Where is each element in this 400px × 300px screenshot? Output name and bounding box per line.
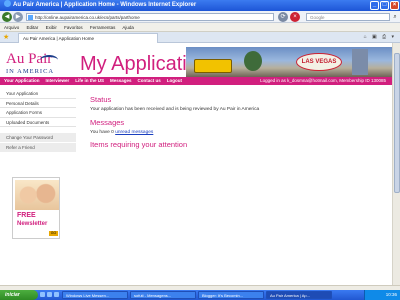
window-controls: _ □ × bbox=[370, 1, 399, 10]
nav-life-in-us[interactable]: Life in the US bbox=[75, 77, 104, 85]
menu-ajuda[interactable]: Ajuda bbox=[122, 25, 134, 30]
system-tray: 10:36 bbox=[364, 290, 400, 300]
close-button[interactable]: × bbox=[390, 1, 399, 10]
taskbar-button-mensagens[interactable]: sofuti - Mensagens... bbox=[130, 291, 196, 299]
search-input[interactable]: Google bbox=[306, 13, 390, 21]
quick-launch-icon[interactable] bbox=[47, 292, 52, 297]
taskbar: iniciar Windows Live Messen... sofuti - … bbox=[0, 290, 400, 300]
main-nav: Your Application Interviewer Life in the… bbox=[0, 77, 392, 85]
window-titlebar: Au Pair America | Application Home - Win… bbox=[0, 0, 400, 11]
window-title: Au Pair America | Application Home - Win… bbox=[13, 2, 197, 8]
taskbar-button-aupair[interactable]: Au Pair America | Ap... bbox=[266, 291, 332, 299]
nav-contact-us[interactable]: Contact us bbox=[138, 77, 161, 85]
vertical-scrollbar[interactable] bbox=[392, 43, 400, 285]
newsletter-ad[interactable]: FREE Newsletter GO bbox=[12, 177, 60, 239]
menu-editar[interactable]: Editar bbox=[27, 25, 39, 30]
ad-free: FREE bbox=[17, 212, 36, 219]
taskbar-button-blogger[interactable]: Blogger: It's Becomin... bbox=[198, 291, 264, 299]
tree-image bbox=[244, 51, 262, 71]
sidebar-item-change-password[interactable]: Change Your Password bbox=[0, 133, 76, 143]
logged-in-info: Logged in as k_dosmna@hotmail.com, Membe… bbox=[260, 78, 386, 83]
ad-go-button[interactable]: GO bbox=[49, 231, 58, 236]
forward-button[interactable]: ▶ bbox=[13, 12, 23, 22]
quick-launch bbox=[40, 292, 59, 297]
school-bus-image bbox=[194, 59, 232, 73]
maximize-button[interactable]: □ bbox=[380, 1, 389, 10]
status-heading: Status bbox=[90, 95, 112, 104]
web-page: Au Pair IN AMERICA My Application LAS VE… bbox=[0, 43, 392, 285]
back-button[interactable]: ◀ bbox=[2, 12, 12, 22]
menu-exibir[interactable]: Exibir bbox=[46, 25, 57, 30]
menu-arquivo[interactable]: Arquivo bbox=[4, 25, 19, 30]
messages-prefix: You have 0 bbox=[90, 130, 114, 135]
nav-your-application[interactable]: Your Application bbox=[4, 77, 40, 85]
clock: 10:36 bbox=[385, 292, 397, 297]
status-text: Your application has been received and i… bbox=[90, 107, 260, 112]
sidebar: Your Application Personal Details Applic… bbox=[0, 89, 76, 153]
minimize-button[interactable]: _ bbox=[370, 1, 379, 10]
address-toolbar: ◀ ▶ http://online.aupairamerica.co.uk/ec… bbox=[0, 11, 400, 23]
messages-text: You have 0 unread messages bbox=[90, 130, 390, 135]
scrollbar-thumb[interactable] bbox=[394, 53, 400, 193]
ad-photo bbox=[15, 180, 59, 210]
building-image bbox=[352, 49, 368, 75]
refresh-button[interactable]: ⟳ bbox=[278, 12, 288, 22]
messages-heading: Messages bbox=[90, 118, 125, 127]
sidebar-item-your-application[interactable]: Your Application bbox=[0, 89, 76, 99]
favorites-star-icon[interactable]: ★ bbox=[3, 33, 9, 42]
browser-tab[interactable]: Au Pair America | Application Home bbox=[18, 33, 158, 43]
nav-interviewer[interactable]: Interviewer bbox=[46, 77, 70, 85]
sidebar-item-personal-details[interactable]: Personal Details bbox=[0, 99, 76, 109]
unread-messages-link[interactable]: unread messages bbox=[115, 130, 153, 135]
sidebar-item-refer-friend[interactable]: Refer a Friend bbox=[0, 142, 76, 153]
magnifier-icon[interactable]: ⌕ bbox=[391, 13, 399, 21]
ad-newsletter: Newsletter bbox=[17, 221, 48, 227]
items-heading: Items requiring your attention bbox=[90, 140, 188, 149]
url-field[interactable]: http://online.aupairamerica.co.uk/ecs/pa… bbox=[26, 13, 274, 21]
logo-arc bbox=[40, 55, 58, 65]
nav-messages[interactable]: Messages bbox=[110, 77, 132, 85]
internet-explorer-icon bbox=[4, 0, 11, 7]
taskbar-button-messenger[interactable]: Windows Live Messen... bbox=[62, 291, 128, 299]
menu-ferramentas[interactable]: Ferramentas bbox=[90, 25, 116, 30]
quick-launch-icon[interactable] bbox=[54, 292, 59, 297]
url-text: http://online.aupairamerica.co.uk/ecs/pa… bbox=[35, 15, 140, 20]
start-button[interactable]: iniciar bbox=[0, 290, 38, 300]
page-icon bbox=[28, 15, 33, 20]
sidebar-item-application-forms[interactable]: Application Forms bbox=[0, 108, 76, 118]
banner-photo: LAS VEGAS bbox=[186, 47, 392, 77]
stop-button[interactable]: × bbox=[290, 12, 300, 22]
logo-sub: IN AMERICA bbox=[6, 68, 55, 75]
quick-launch-icon[interactable] bbox=[40, 292, 45, 297]
sidebar-item-uploaded-documents[interactable]: Uploaded Documents bbox=[0, 118, 76, 128]
main-content: Status Your application has been receive… bbox=[90, 95, 390, 149]
nav-logout[interactable]: Logout bbox=[167, 77, 182, 85]
tab-bar: ★ Au Pair America | Application Home ⌂ ▣… bbox=[0, 32, 400, 43]
toolbar-icons[interactable]: ⌂ ▣ ⎙ ▾ bbox=[364, 34, 396, 40]
menu-bar: Arquivo Editar Exibir Favoritos Ferramen… bbox=[0, 23, 400, 32]
menu-favoritos[interactable]: Favoritos bbox=[64, 25, 83, 30]
las-vegas-sign: LAS VEGAS bbox=[296, 53, 342, 71]
